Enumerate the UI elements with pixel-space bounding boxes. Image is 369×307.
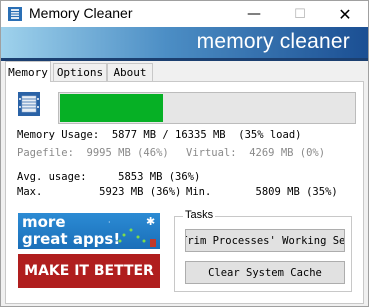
max-usage-text: Max. 5923 MB (36%) bbox=[17, 186, 182, 198]
banner-title: memory cleaner bbox=[196, 30, 350, 53]
average-usage-text: Avg. usage: 5853 MB (36%) bbox=[17, 171, 201, 183]
make-it-better-label: MAKE IT BETTER bbox=[24, 263, 154, 279]
memory-usage-text: Memory Usage: 5877 MB / 16335 MB (35% lo… bbox=[17, 129, 302, 141]
close-button[interactable]: ✕ bbox=[322, 1, 368, 27]
tab-memory[interactable]: Memory bbox=[5, 61, 51, 82]
memory-cleaner-app-icon bbox=[8, 7, 22, 21]
memory-chip-icon bbox=[18, 92, 40, 116]
more-apps-line1: more bbox=[22, 213, 66, 231]
tab-options[interactable]: Options bbox=[53, 63, 107, 81]
trim-working-set-button[interactable]: Trim Processes' Working Set bbox=[185, 229, 345, 252]
min-usage-text: Min. 5809 MB (35%) bbox=[186, 186, 338, 198]
window-title: Memory Cleaner bbox=[29, 5, 133, 21]
more-great-apps-banner[interactable]: more great apps! ✱ · bbox=[18, 213, 160, 249]
make-it-better-banner[interactable]: MAKE IT BETTER bbox=[18, 254, 160, 288]
minimize-icon: — bbox=[247, 6, 261, 22]
svg-text:·: · bbox=[108, 218, 111, 227]
maximize-icon: ☐ bbox=[294, 6, 306, 22]
virtual-memory-text: Virtual: 4269 MB (0%) bbox=[186, 147, 326, 159]
banner-divider bbox=[1, 58, 368, 61]
tasks-group-legend: Tasks bbox=[183, 209, 216, 221]
header-banner: memory cleaner bbox=[1, 27, 368, 61]
minimize-button[interactable]: — bbox=[231, 1, 277, 27]
maximize-button[interactable]: ☐ bbox=[277, 1, 323, 27]
close-icon: ✕ bbox=[338, 4, 352, 24]
title-bar[interactable]: Memory Cleaner — ☐ ✕ bbox=[1, 1, 368, 27]
memory-tab-panel: Memory Usage: 5877 MB / 16335 MB (35% lo… bbox=[5, 81, 364, 304]
tasks-group: Tasks Trim Processes' Working Set Clear … bbox=[174, 209, 352, 292]
svg-text:✱: ✱ bbox=[146, 215, 155, 228]
tab-about[interactable]: About bbox=[107, 63, 153, 81]
memory-load-progress-fill bbox=[60, 94, 163, 122]
memory-load-progress-bar bbox=[58, 92, 356, 124]
clear-system-cache-button[interactable]: Clear System Cache bbox=[185, 261, 345, 284]
sparkle-decoration-icon: ✱ · bbox=[108, 215, 156, 247]
pagefile-text: Pagefile: 9995 MB (46%) bbox=[17, 147, 169, 159]
app-window: Memory Cleaner — ☐ ✕ memory cleaner Memo… bbox=[0, 0, 369, 307]
